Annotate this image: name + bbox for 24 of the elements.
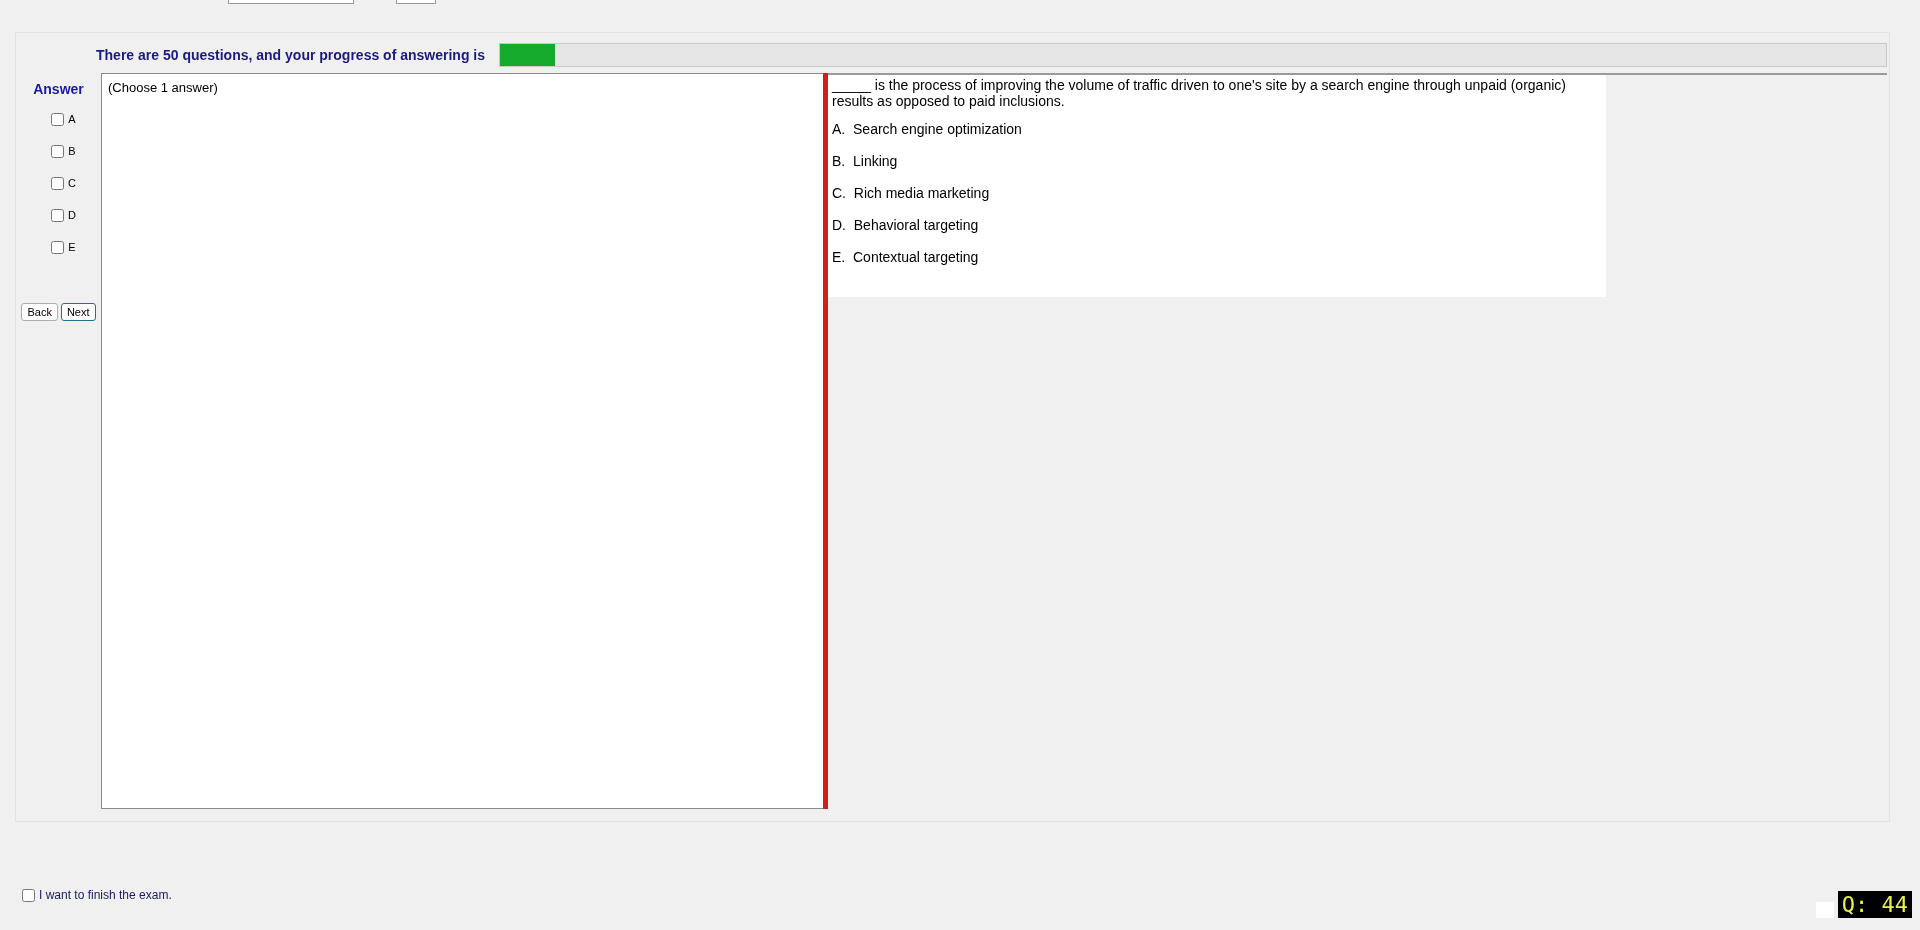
choice-text: C. Rich media marketing: [832, 185, 991, 201]
question-text: _____ is the process of improving the volume of traffic driven to one's site by a search engine through unpaid (organic) results as opposed to paid inclusions.: [832, 77, 1567, 109]
instruction-text: (Choose 1 answer): [108, 80, 218, 95]
choice-text: D. Behavioral targeting: [832, 217, 980, 233]
answer-checkbox[interactable]: [51, 208, 64, 222]
answer-checkbox[interactable]: [51, 144, 65, 158]
option-label: A: [68, 113, 76, 125]
answer-checkbox[interactable]: [51, 176, 64, 190]
choice-text: B. Linking: [832, 153, 899, 169]
answer-checkbox[interactable]: [51, 240, 65, 254]
answer-checkbox[interactable]: [51, 112, 65, 126]
option-label: E: [68, 241, 76, 253]
answer-heading: Answer: [33, 81, 84, 97]
choice-text: E. Contextual targeting: [832, 249, 980, 265]
option-label: C: [68, 177, 76, 189]
option-label: B: [68, 145, 76, 157]
finish-label: I want to finish the exam.: [39, 888, 172, 902]
nav-button[interactable]: Back: [21, 303, 58, 321]
choice-text: A. Search engine optimization: [832, 121, 1023, 137]
finish-checkbox[interactable]: [22, 888, 35, 902]
option-label: D: [68, 209, 76, 221]
question-number: Q: 44: [1837, 891, 1912, 918]
progress-label: There are 50 questions, and your progress of answering is: [96, 47, 485, 63]
nav-button[interactable]: Next: [60, 303, 96, 321]
